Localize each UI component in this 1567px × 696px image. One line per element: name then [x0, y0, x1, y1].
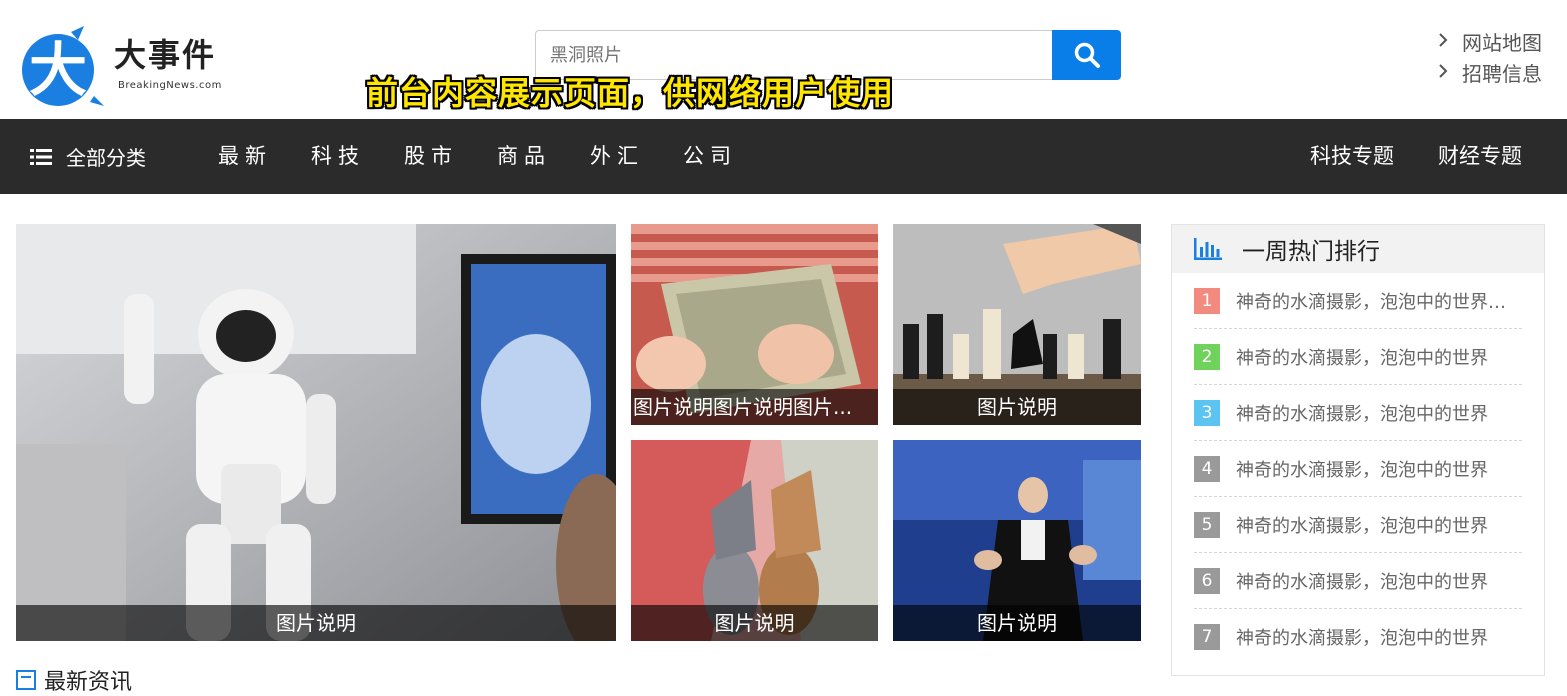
- rank-number-badge: 5: [1194, 511, 1220, 538]
- nav-item-commodities[interactable]: 商品: [497, 119, 551, 194]
- site-logo[interactable]: 大 大事件 BreakingNews.com: [14, 8, 244, 106]
- bar-chart-icon: [1194, 238, 1222, 260]
- rank-number-badge: 3: [1194, 399, 1220, 426]
- latest-news-title: 最新资讯: [44, 670, 133, 695]
- ranking-list: 1 神奇的水滴摄影，泡泡中的世界泡... 2 神奇的水滴摄影，泡泡中的世界 3 …: [1172, 273, 1544, 664]
- ranking-header: 一周热门排行: [1172, 225, 1544, 273]
- news-icon: [16, 670, 36, 690]
- rank-number-badge: 7: [1194, 623, 1220, 650]
- header-links: 网站地图 招聘信息: [1438, 26, 1558, 88]
- rank-number-badge: 1: [1194, 287, 1220, 314]
- chevron-right-icon: [1438, 63, 1454, 82]
- ranking-title: 一周热门排行: [1242, 239, 1380, 265]
- ranking-item[interactable]: 5 神奇的水滴摄影，泡泡中的世界: [1194, 497, 1522, 553]
- logo-emblem-icon: 大: [22, 26, 104, 106]
- ranking-item-title: 神奇的水滴摄影，泡泡中的世界: [1236, 627, 1488, 649]
- main-nav: 全部分类 最新 科技 股市 商品 外汇 公司 科技专题 财经专题: [0, 119, 1567, 194]
- latest-news-heading: 最新资讯: [16, 670, 132, 695]
- featured-tile[interactable]: 图片说明: [893, 440, 1141, 641]
- ranking-item[interactable]: 6 神奇的水滴摄影，泡泡中的世界: [1194, 553, 1522, 609]
- site-header: 大 大事件 BreakingNews.com 前台内容展示页面，供网络用户使用 …: [0, 0, 1567, 119]
- tile-caption: 图片说明: [16, 605, 616, 641]
- search-button[interactable]: [1052, 30, 1121, 80]
- nav-tech-topics[interactable]: 科技专题: [1310, 119, 1394, 194]
- tile-caption: 图片说明图片说明图片...: [631, 389, 878, 425]
- nav-item-latest[interactable]: 最新: [218, 119, 272, 194]
- rank-number-badge: 2: [1194, 343, 1220, 370]
- tile-caption: 图片说明: [893, 605, 1141, 641]
- all-categories-button[interactable]: 全部分类: [30, 119, 146, 194]
- ranking-item[interactable]: 1 神奇的水滴摄影，泡泡中的世界泡...: [1194, 273, 1522, 329]
- featured-tile[interactable]: 图片说明: [893, 224, 1141, 425]
- svg-text:大: 大: [29, 36, 87, 104]
- featured-main-tile[interactable]: 图片说明: [16, 224, 616, 641]
- jobs-link-label: 招聘信息: [1462, 62, 1542, 86]
- ranking-item[interactable]: 2 神奇的水滴摄影，泡泡中的世界: [1194, 329, 1522, 385]
- nav-item-forex[interactable]: 外汇: [590, 119, 644, 194]
- nav-item-companies[interactable]: 公司: [683, 119, 737, 194]
- ranking-item[interactable]: 4 神奇的水滴摄影，泡泡中的世界: [1194, 441, 1522, 497]
- ranking-item-title: 神奇的水滴摄影，泡泡中的世界: [1236, 347, 1488, 369]
- list-icon: [30, 148, 52, 165]
- featured-tile[interactable]: 图片说明图片说明图片...: [631, 224, 878, 425]
- sitemap-link-label: 网站地图: [1462, 31, 1542, 55]
- ranking-item-title: 神奇的水滴摄影，泡泡中的世界泡...: [1236, 291, 1522, 313]
- all-categories-label: 全部分类: [66, 146, 146, 170]
- ranking-item[interactable]: 7 神奇的水滴摄影，泡泡中的世界: [1194, 609, 1522, 664]
- ranking-item[interactable]: 3 神奇的水滴摄影，泡泡中的世界: [1194, 385, 1522, 441]
- ranking-item-title: 神奇的水滴摄影，泡泡中的世界: [1236, 571, 1488, 593]
- ranking-item-title: 神奇的水滴摄影，泡泡中的世界: [1236, 459, 1488, 481]
- nav-item-stocks[interactable]: 股市: [404, 119, 458, 194]
- ranking-item-title: 神奇的水滴摄影，泡泡中的世界: [1236, 515, 1488, 537]
- search-icon: [1074, 42, 1100, 68]
- rank-number-badge: 4: [1194, 455, 1220, 482]
- slogan-overlay: 前台内容展示页面，供网络用户使用: [366, 74, 895, 112]
- tile-caption: 图片说明: [631, 605, 878, 641]
- logo-title: 大事件: [114, 36, 217, 74]
- rank-number-badge: 6: [1194, 567, 1220, 594]
- tile-caption: 图片说明: [893, 389, 1141, 425]
- logo-subtitle: BreakingNews.com: [118, 80, 222, 91]
- chevron-right-icon: [1438, 32, 1454, 51]
- featured-tile[interactable]: 图片说明: [631, 440, 878, 641]
- weekly-ranking-panel: 一周热门排行 1 神奇的水滴摄影，泡泡中的世界泡... 2 神奇的水滴摄影，泡泡…: [1171, 224, 1545, 676]
- ranking-item-title: 神奇的水滴摄影，泡泡中的世界: [1236, 403, 1488, 425]
- sitemap-link[interactable]: 网站地图: [1438, 26, 1558, 57]
- robot-photo: [16, 224, 616, 641]
- jobs-link[interactable]: 招聘信息: [1438, 57, 1558, 88]
- nav-item-tech[interactable]: 科技: [311, 119, 365, 194]
- nav-finance-topics[interactable]: 财经专题: [1438, 119, 1522, 194]
